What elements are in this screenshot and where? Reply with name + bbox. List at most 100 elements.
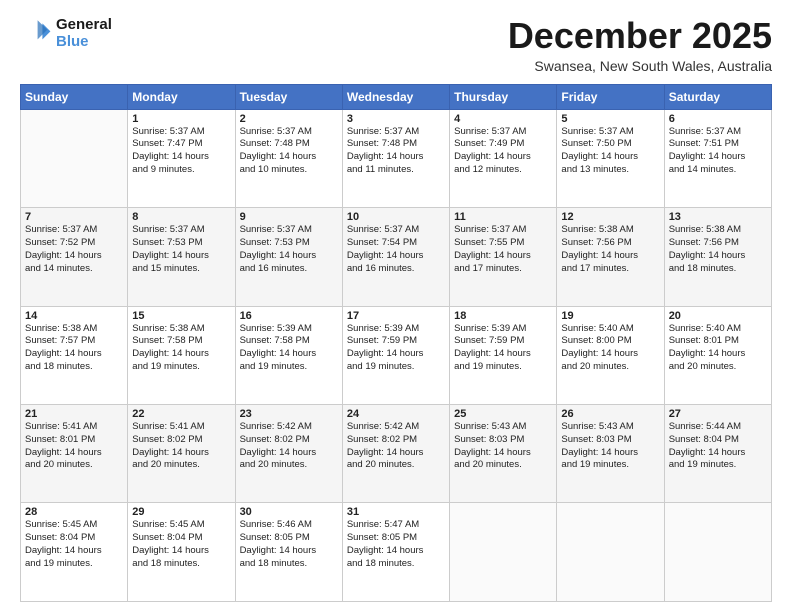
day-number: 27 [669, 408, 767, 420]
day-info: Sunrise: 5:40 AM Sunset: 8:01 PM Dayligh… [669, 323, 767, 374]
calendar-cell [664, 503, 771, 602]
day-info: Sunrise: 5:39 AM Sunset: 7:59 PM Dayligh… [454, 323, 552, 374]
calendar-cell: 12Sunrise: 5:38 AM Sunset: 7:56 PM Dayli… [557, 208, 664, 306]
calendar-cell: 26Sunrise: 5:43 AM Sunset: 8:03 PM Dayli… [557, 405, 664, 503]
calendar-cell [557, 503, 664, 602]
calendar-header-row: SundayMondayTuesdayWednesdayThursdayFrid… [21, 84, 772, 109]
day-info: Sunrise: 5:41 AM Sunset: 8:01 PM Dayligh… [25, 421, 123, 472]
calendar-cell: 28Sunrise: 5:45 AM Sunset: 8:04 PM Dayli… [21, 503, 128, 602]
day-header-thursday: Thursday [450, 84, 557, 109]
calendar-week-row: 1Sunrise: 5:37 AM Sunset: 7:47 PM Daylig… [21, 109, 772, 207]
day-header-sunday: Sunday [21, 84, 128, 109]
day-info: Sunrise: 5:38 AM Sunset: 7:57 PM Dayligh… [25, 323, 123, 374]
calendar-cell: 21Sunrise: 5:41 AM Sunset: 8:01 PM Dayli… [21, 405, 128, 503]
calendar-cell: 4Sunrise: 5:37 AM Sunset: 7:49 PM Daylig… [450, 109, 557, 207]
day-info: Sunrise: 5:37 AM Sunset: 7:50 PM Dayligh… [561, 126, 659, 177]
calendar-cell: 9Sunrise: 5:37 AM Sunset: 7:53 PM Daylig… [235, 208, 342, 306]
calendar-week-row: 21Sunrise: 5:41 AM Sunset: 8:01 PM Dayli… [21, 405, 772, 503]
calendar-week-row: 14Sunrise: 5:38 AM Sunset: 7:57 PM Dayli… [21, 306, 772, 404]
header: General Blue December 2025 Swansea, New … [20, 16, 772, 74]
day-number: 3 [347, 113, 445, 125]
calendar-cell: 27Sunrise: 5:44 AM Sunset: 8:04 PM Dayli… [664, 405, 771, 503]
day-info: Sunrise: 5:38 AM Sunset: 7:56 PM Dayligh… [669, 224, 767, 275]
day-header-saturday: Saturday [664, 84, 771, 109]
location-subtitle: Swansea, New South Wales, Australia [508, 58, 772, 74]
calendar-cell: 14Sunrise: 5:38 AM Sunset: 7:57 PM Dayli… [21, 306, 128, 404]
calendar-cell: 23Sunrise: 5:42 AM Sunset: 8:02 PM Dayli… [235, 405, 342, 503]
calendar-cell: 8Sunrise: 5:37 AM Sunset: 7:53 PM Daylig… [128, 208, 235, 306]
calendar-cell: 2Sunrise: 5:37 AM Sunset: 7:48 PM Daylig… [235, 109, 342, 207]
day-number: 25 [454, 408, 552, 420]
calendar-cell: 19Sunrise: 5:40 AM Sunset: 8:00 PM Dayli… [557, 306, 664, 404]
day-info: Sunrise: 5:37 AM Sunset: 7:53 PM Dayligh… [132, 224, 230, 275]
day-info: Sunrise: 5:39 AM Sunset: 7:59 PM Dayligh… [347, 323, 445, 374]
logo-icon [20, 17, 52, 49]
day-number: 17 [347, 310, 445, 322]
day-number: 15 [132, 310, 230, 322]
calendar-cell: 20Sunrise: 5:40 AM Sunset: 8:01 PM Dayli… [664, 306, 771, 404]
calendar-week-row: 7Sunrise: 5:37 AM Sunset: 7:52 PM Daylig… [21, 208, 772, 306]
day-info: Sunrise: 5:37 AM Sunset: 7:49 PM Dayligh… [454, 126, 552, 177]
calendar-cell: 18Sunrise: 5:39 AM Sunset: 7:59 PM Dayli… [450, 306, 557, 404]
day-number: 13 [669, 211, 767, 223]
day-info: Sunrise: 5:45 AM Sunset: 8:04 PM Dayligh… [132, 519, 230, 570]
day-info: Sunrise: 5:37 AM Sunset: 7:51 PM Dayligh… [669, 126, 767, 177]
day-number: 20 [669, 310, 767, 322]
calendar-cell: 22Sunrise: 5:41 AM Sunset: 8:02 PM Dayli… [128, 405, 235, 503]
day-number: 24 [347, 408, 445, 420]
day-number: 1 [132, 113, 230, 125]
day-info: Sunrise: 5:37 AM Sunset: 7:53 PM Dayligh… [240, 224, 338, 275]
calendar-week-row: 28Sunrise: 5:45 AM Sunset: 8:04 PM Dayli… [21, 503, 772, 602]
calendar-cell: 3Sunrise: 5:37 AM Sunset: 7:48 PM Daylig… [342, 109, 449, 207]
day-number: 7 [25, 211, 123, 223]
day-info: Sunrise: 5:37 AM Sunset: 7:47 PM Dayligh… [132, 126, 230, 177]
calendar-cell: 11Sunrise: 5:37 AM Sunset: 7:55 PM Dayli… [450, 208, 557, 306]
logo: General Blue [20, 16, 112, 50]
day-header-wednesday: Wednesday [342, 84, 449, 109]
day-info: Sunrise: 5:43 AM Sunset: 8:03 PM Dayligh… [561, 421, 659, 472]
day-header-friday: Friday [557, 84, 664, 109]
day-info: Sunrise: 5:43 AM Sunset: 8:03 PM Dayligh… [454, 421, 552, 472]
day-info: Sunrise: 5:44 AM Sunset: 8:04 PM Dayligh… [669, 421, 767, 472]
title-area: December 2025 Swansea, New South Wales, … [508, 16, 772, 74]
day-number: 9 [240, 211, 338, 223]
day-info: Sunrise: 5:37 AM Sunset: 7:55 PM Dayligh… [454, 224, 552, 275]
day-info: Sunrise: 5:46 AM Sunset: 8:05 PM Dayligh… [240, 519, 338, 570]
day-number: 29 [132, 506, 230, 518]
day-info: Sunrise: 5:45 AM Sunset: 8:04 PM Dayligh… [25, 519, 123, 570]
day-info: Sunrise: 5:42 AM Sunset: 8:02 PM Dayligh… [347, 421, 445, 472]
day-number: 2 [240, 113, 338, 125]
day-number: 11 [454, 211, 552, 223]
day-number: 6 [669, 113, 767, 125]
day-info: Sunrise: 5:37 AM Sunset: 7:54 PM Dayligh… [347, 224, 445, 275]
calendar-cell: 31Sunrise: 5:47 AM Sunset: 8:05 PM Dayli… [342, 503, 449, 602]
calendar-cell: 10Sunrise: 5:37 AM Sunset: 7:54 PM Dayli… [342, 208, 449, 306]
day-info: Sunrise: 5:37 AM Sunset: 7:52 PM Dayligh… [25, 224, 123, 275]
day-number: 18 [454, 310, 552, 322]
day-number: 16 [240, 310, 338, 322]
logo-text: General Blue [56, 16, 112, 50]
calendar-cell: 7Sunrise: 5:37 AM Sunset: 7:52 PM Daylig… [21, 208, 128, 306]
day-number: 19 [561, 310, 659, 322]
calendar-cell: 17Sunrise: 5:39 AM Sunset: 7:59 PM Dayli… [342, 306, 449, 404]
day-info: Sunrise: 5:47 AM Sunset: 8:05 PM Dayligh… [347, 519, 445, 570]
day-number: 30 [240, 506, 338, 518]
calendar-cell: 30Sunrise: 5:46 AM Sunset: 8:05 PM Dayli… [235, 503, 342, 602]
day-info: Sunrise: 5:38 AM Sunset: 7:56 PM Dayligh… [561, 224, 659, 275]
day-info: Sunrise: 5:38 AM Sunset: 7:58 PM Dayligh… [132, 323, 230, 374]
day-info: Sunrise: 5:39 AM Sunset: 7:58 PM Dayligh… [240, 323, 338, 374]
calendar-cell: 6Sunrise: 5:37 AM Sunset: 7:51 PM Daylig… [664, 109, 771, 207]
day-number: 12 [561, 211, 659, 223]
day-number: 22 [132, 408, 230, 420]
calendar-cell: 1Sunrise: 5:37 AM Sunset: 7:47 PM Daylig… [128, 109, 235, 207]
day-header-tuesday: Tuesday [235, 84, 342, 109]
calendar-table: SundayMondayTuesdayWednesdayThursdayFrid… [20, 84, 772, 602]
page: General Blue December 2025 Swansea, New … [0, 0, 792, 612]
calendar-cell: 25Sunrise: 5:43 AM Sunset: 8:03 PM Dayli… [450, 405, 557, 503]
calendar-cell: 16Sunrise: 5:39 AM Sunset: 7:58 PM Dayli… [235, 306, 342, 404]
day-number: 28 [25, 506, 123, 518]
day-info: Sunrise: 5:37 AM Sunset: 7:48 PM Dayligh… [240, 126, 338, 177]
calendar-cell: 29Sunrise: 5:45 AM Sunset: 8:04 PM Dayli… [128, 503, 235, 602]
calendar-cell: 13Sunrise: 5:38 AM Sunset: 7:56 PM Dayli… [664, 208, 771, 306]
calendar-cell [21, 109, 128, 207]
